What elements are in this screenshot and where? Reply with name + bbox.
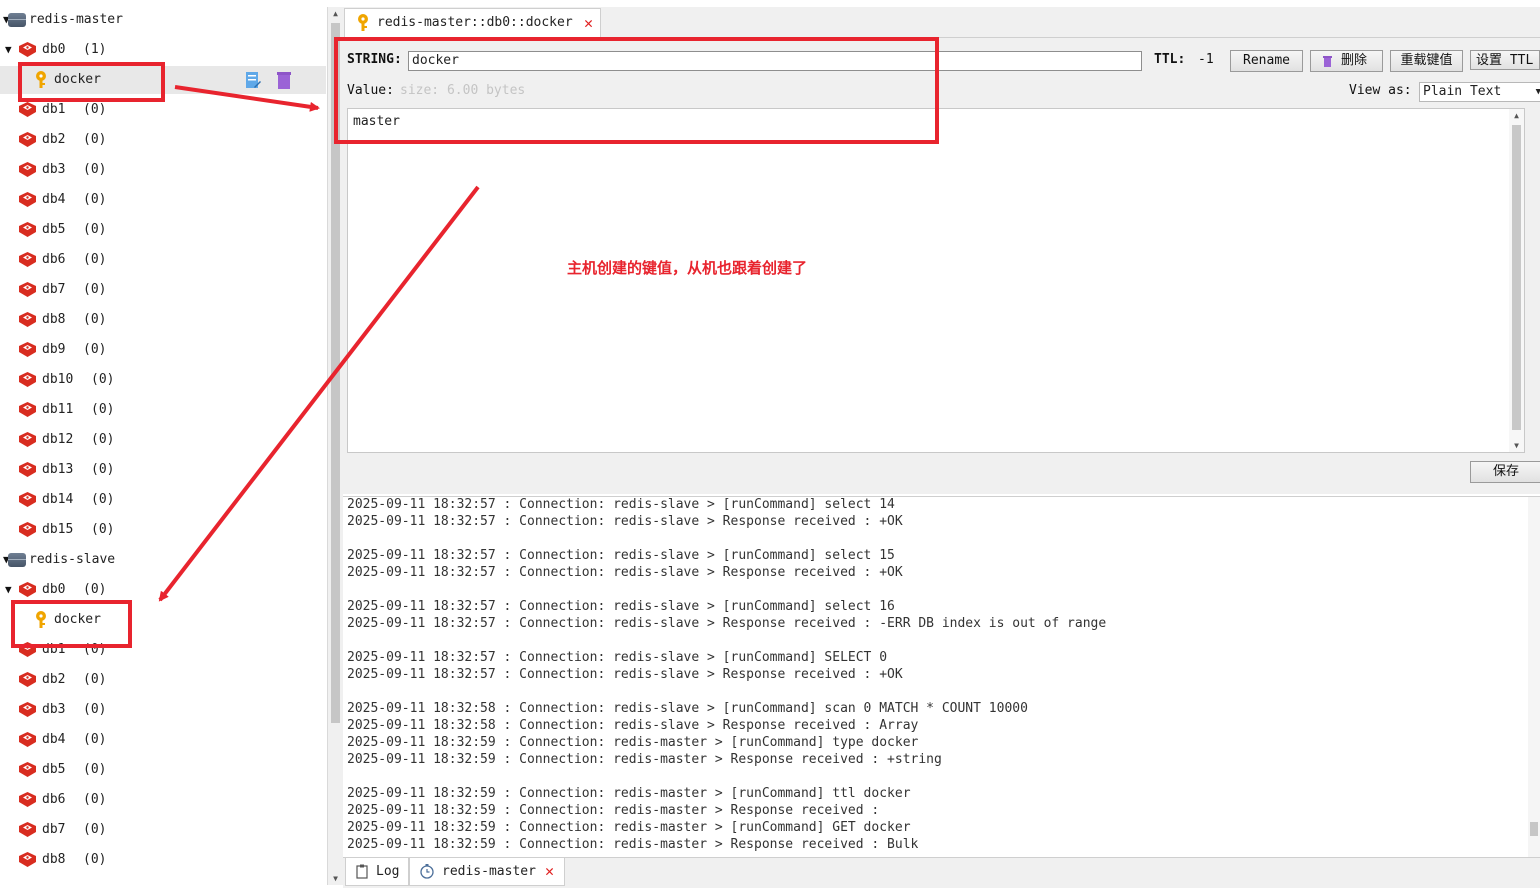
annotation-arrows (158, 85, 480, 602)
arrow-to-editor (174, 85, 320, 112)
annotation-text: 主机创建的键值，从机也跟着创建了 (567, 259, 808, 277)
arrow-to-slave-key (158, 185, 480, 602)
